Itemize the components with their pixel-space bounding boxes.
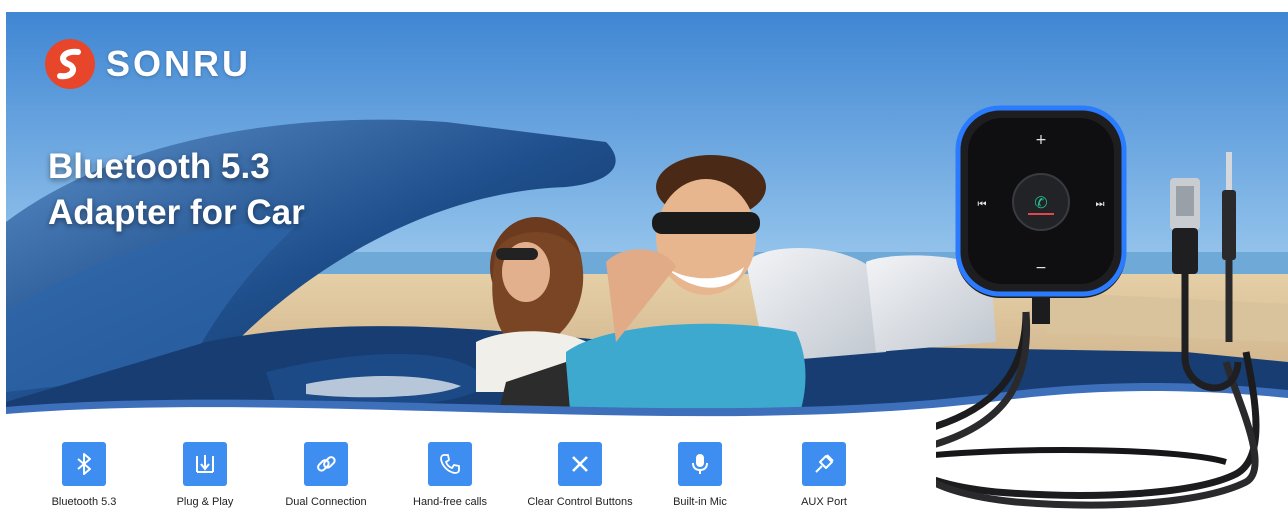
feature-plug-play: Plug & Play <box>145 442 265 508</box>
feature-row: Bluetooth 5.3 Plug & Play Dual Connectio… <box>6 442 906 518</box>
brand-name: SONRU <box>106 43 252 84</box>
feature-label: Plug & Play <box>176 496 234 508</box>
feature-clear-control-buttons: Clear Control Buttons <box>520 442 640 508</box>
feature-label: Built-in Mic <box>673 496 727 508</box>
feature-label: AUX Port <box>801 496 847 508</box>
svg-text:✆: ✆ <box>1034 193 1047 212</box>
link-icon <box>304 442 348 486</box>
close-x-icon <box>558 442 602 486</box>
headline: Bluetooth 5.3 Adapter for Car <box>48 144 305 236</box>
phone-icon <box>428 442 472 486</box>
feature-label: Bluetooth 5.3 <box>51 496 117 508</box>
bluetooth-icon <box>62 442 106 486</box>
aux-plug-icon <box>802 442 846 486</box>
plug-play-icon <box>183 442 227 486</box>
feature-aux-port: AUX Port <box>764 442 884 508</box>
bluetooth-adapter-product: ✆ + − ⏮ ⏭ <box>936 105 1260 509</box>
feature-bluetooth: Bluetooth 5.3 <box>24 442 144 508</box>
volume-up-label: + <box>1035 132 1047 148</box>
feature-dual-connection: Dual Connection <box>266 442 386 508</box>
headline-line-2: Adapter for Car <box>48 193 305 232</box>
product-banner: SONRU Bluetooth 5.3 Adapter for Car ✆ + … <box>6 12 1288 518</box>
volume-down-label: − <box>1035 260 1047 276</box>
feature-label: Hand-free calls <box>413 496 487 508</box>
feature-hand-free-calls: Hand-free calls <box>390 442 510 508</box>
brand-logo: SONRU <box>44 38 251 90</box>
next-track-label: ⏭ <box>1096 199 1105 210</box>
feature-built-in-mic: Built-in Mic <box>640 442 760 508</box>
feature-label: Clear Control Buttons <box>527 496 633 508</box>
headline-line-1: Bluetooth 5.3 <box>48 147 270 186</box>
feature-label: Dual Connection <box>285 496 367 508</box>
prev-track-label: ⏮ <box>978 199 987 210</box>
microphone-icon <box>678 442 722 486</box>
sonru-logo-icon <box>45 39 95 89</box>
